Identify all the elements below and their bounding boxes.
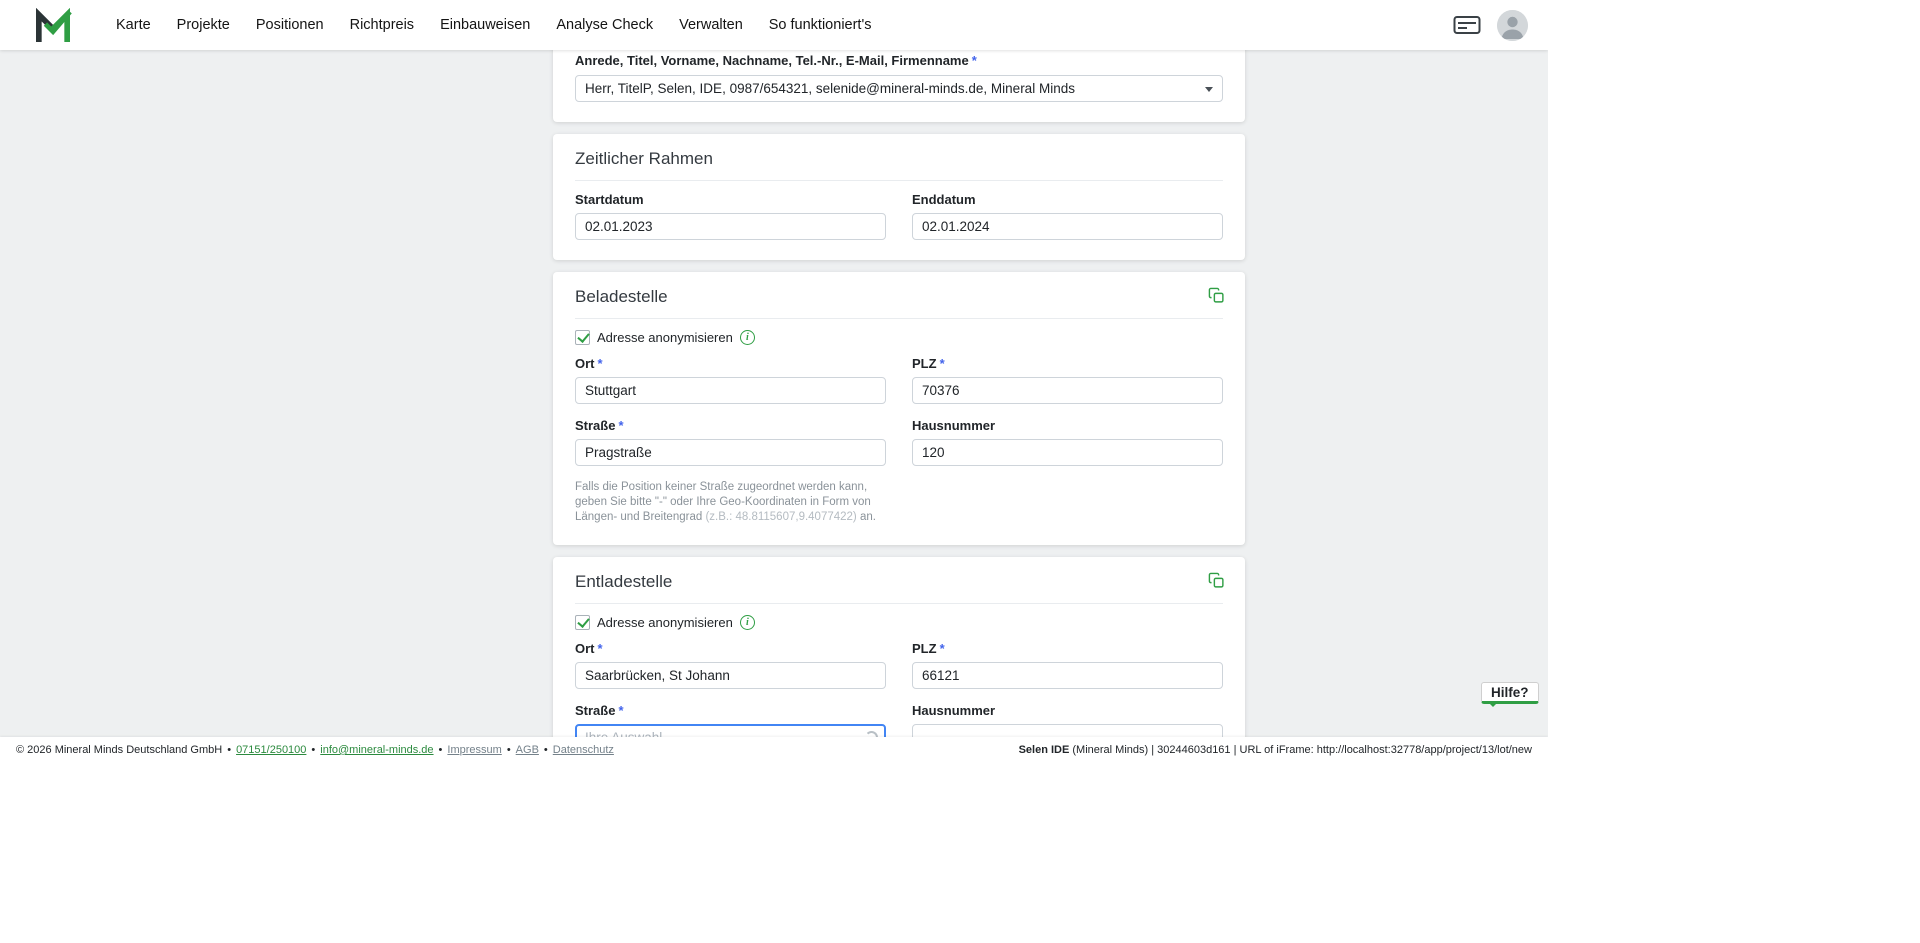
- timeframe-title: Zeitlicher Rahmen: [575, 148, 1223, 170]
- info-icon[interactable]: i: [740, 330, 755, 345]
- hausnummer-field: Hausnummer: [912, 418, 1223, 466]
- startdatum-field: Startdatum: [575, 192, 886, 240]
- footer-status-detail: (Mineral Minds) | 30244603d161 | URL of …: [1069, 744, 1532, 756]
- strasse-label: Straße*: [575, 703, 886, 719]
- top-navbar: Karte Projekte Positionen Richtpreis Ein…: [0, 0, 1548, 50]
- contact-select[interactable]: Herr, TitelP, Selen, IDE, 0987/654321, s…: [575, 75, 1223, 102]
- geo-coordinates-example: (z.B.: 48.8115607,9.4077422): [705, 511, 856, 523]
- footer-email-link[interactable]: info@mineral-minds.de: [320, 744, 433, 756]
- app-window: Karte Projekte Positionen Richtpreis Ein…: [0, 0, 1548, 763]
- anonymize-label: Adresse anonymisieren: [597, 330, 733, 345]
- navbar-right-actions: [1453, 10, 1528, 41]
- strasse-field: Straße*: [575, 703, 886, 737]
- divider: [575, 180, 1223, 181]
- footer-separator: •: [544, 744, 548, 756]
- contact-select-value: Herr, TitelP, Selen, IDE, 0987/654321, s…: [585, 81, 1075, 96]
- strasse-input[interactable]: [575, 724, 886, 737]
- ort-field: Ort*: [575, 641, 886, 689]
- beladestelle-card: Beladestelle Adresse anonymisieren i Ort…: [553, 272, 1245, 545]
- plz-label: PLZ*: [912, 356, 1223, 372]
- plz-input[interactable]: [912, 377, 1223, 404]
- footer-copyright: © 2026 Mineral Minds Deutschland GmbH: [16, 744, 222, 756]
- plz-field: PLZ*: [912, 641, 1223, 689]
- anonymize-checkbox[interactable]: [575, 615, 590, 630]
- timeframe-card: Zeitlicher Rahmen Startdatum Enddatum: [553, 134, 1245, 260]
- footer: © 2026 Mineral Minds Deutschland GmbH • …: [0, 737, 1548, 763]
- scroll-area[interactable]: Anrede, Titel, Vorname, Nachname, Tel.-N…: [0, 50, 1548, 737]
- server-icon[interactable]: [1453, 15, 1481, 35]
- info-icon[interactable]: i: [740, 615, 755, 630]
- plz-input[interactable]: [912, 662, 1223, 689]
- footer-separator: •: [311, 744, 315, 756]
- entladestelle-title: Entladestelle: [575, 571, 1223, 593]
- user-avatar[interactable]: [1497, 10, 1528, 41]
- ort-input[interactable]: [575, 377, 886, 404]
- footer-separator: •: [439, 744, 443, 756]
- nav-item-positionen[interactable]: Positionen: [256, 17, 324, 33]
- strasse-helper-text: Falls die Position keiner Straße zugeord…: [575, 480, 886, 525]
- required-asterisk: *: [940, 356, 945, 371]
- required-asterisk: *: [618, 703, 623, 718]
- required-asterisk: *: [972, 53, 977, 68]
- anonymize-checkbox[interactable]: [575, 330, 590, 345]
- nav-item-einbauweisen[interactable]: Einbauweisen: [440, 17, 530, 33]
- hausnummer-input[interactable]: [912, 724, 1223, 737]
- required-asterisk: *: [940, 641, 945, 656]
- required-asterisk: *: [598, 641, 603, 656]
- ort-field: Ort*: [575, 356, 886, 404]
- footer-separator: •: [507, 744, 511, 756]
- hausnummer-label: Hausnummer: [912, 703, 1223, 719]
- beladestelle-title: Beladestelle: [575, 286, 1223, 308]
- required-asterisk: *: [598, 356, 603, 371]
- footer-status: Selen IDE (Mineral Minds) | 30244603d161…: [1019, 744, 1532, 756]
- nav-item-verwalten[interactable]: Verwalten: [679, 17, 743, 33]
- strasse-input[interactable]: [575, 439, 886, 466]
- hausnummer-label: Hausnummer: [912, 418, 1223, 434]
- footer-impressum-link[interactable]: Impressum: [447, 744, 501, 756]
- enddatum-input[interactable]: [912, 213, 1223, 240]
- nav-item-projekte[interactable]: Projekte: [177, 17, 230, 33]
- footer-phone-link[interactable]: 07151/250100: [236, 744, 306, 756]
- plz-label: PLZ*: [912, 641, 1223, 657]
- startdatum-label: Startdatum: [575, 192, 886, 208]
- strasse-label: Straße*: [575, 418, 886, 434]
- nav-item-so-funktionierts[interactable]: So funktioniert's: [769, 17, 872, 33]
- startdatum-input[interactable]: [575, 213, 886, 240]
- footer-separator: •: [227, 744, 231, 756]
- entladestelle-card: Entladestelle Adresse anonymisieren i Or…: [553, 557, 1245, 737]
- contact-label: Anrede, Titel, Vorname, Nachname, Tel.-N…: [575, 53, 1223, 69]
- ort-input[interactable]: [575, 662, 886, 689]
- footer-agb-link[interactable]: AGB: [516, 744, 539, 756]
- nav-item-analyse-check[interactable]: Analyse Check: [556, 17, 653, 33]
- enddatum-label: Enddatum: [912, 192, 1223, 208]
- ort-label: Ort*: [575, 356, 886, 372]
- chevron-down-icon: [1205, 87, 1213, 92]
- divider: [575, 603, 1223, 604]
- plz-field: PLZ*: [912, 356, 1223, 404]
- ort-label: Ort*: [575, 641, 886, 657]
- required-asterisk: *: [618, 418, 623, 433]
- nav-item-richtpreis[interactable]: Richtpreis: [350, 17, 414, 33]
- lot-form: Anrede, Titel, Vorname, Nachname, Tel.-N…: [553, 50, 1245, 737]
- logo-m-check-icon: [34, 8, 72, 42]
- anonymize-row: Adresse anonymisieren i: [575, 330, 1223, 345]
- strasse-field: Straße*: [575, 418, 886, 466]
- help-button[interactable]: Hilfe?: [1481, 682, 1539, 704]
- copy-icon[interactable]: [1208, 287, 1225, 304]
- divider: [575, 318, 1223, 319]
- anonymize-label: Adresse anonymisieren: [597, 615, 733, 630]
- footer-status-user: Selen IDE: [1019, 744, 1070, 756]
- anonymize-row: Adresse anonymisieren i: [575, 615, 1223, 630]
- footer-datenschutz-link[interactable]: Datenschutz: [553, 744, 614, 756]
- copy-icon[interactable]: [1208, 572, 1225, 589]
- hausnummer-input[interactable]: [912, 439, 1223, 466]
- hausnummer-field: Hausnummer: [912, 703, 1223, 737]
- person-icon: [1497, 10, 1528, 41]
- contact-card: Anrede, Titel, Vorname, Nachname, Tel.-N…: [553, 50, 1245, 122]
- mineral-minds-logo[interactable]: [34, 7, 72, 43]
- nav-item-karte[interactable]: Karte: [116, 17, 151, 33]
- enddatum-field: Enddatum: [912, 192, 1223, 240]
